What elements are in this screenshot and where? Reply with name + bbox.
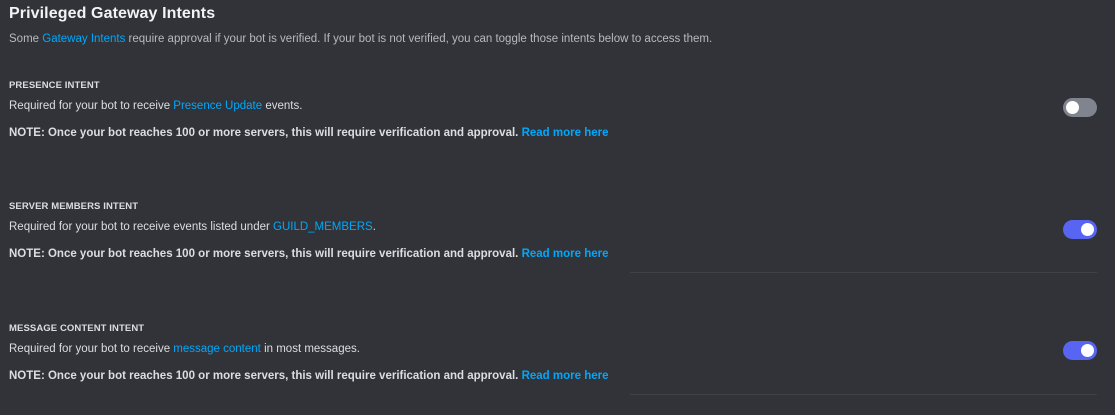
- message-content-link[interactable]: message content: [173, 343, 261, 355]
- message-content-intent-section: MESSAGE CONTENT INTENT Required for your…: [9, 323, 1097, 398]
- divider: [630, 272, 1097, 273]
- server-members-read-more-link[interactable]: Read more here: [522, 248, 609, 260]
- subtitle-text-before: Some: [9, 33, 43, 45]
- message-content-desc-before: Required for your bot to receive: [9, 343, 174, 355]
- message-content-intent-note: NOTE: Once your bot reaches 100 or more …: [9, 370, 609, 382]
- toggle-knob: [1081, 223, 1094, 236]
- server-members-intent-heading: SERVER MEMBERS INTENT: [9, 201, 139, 212]
- privileged-intents-page: Privileged Gateway Intents Some Gateway …: [0, 0, 1115, 415]
- server-members-desc-before: Required for your bot to receive events …: [9, 221, 274, 233]
- message-content-note-text: NOTE: Once your bot reaches 100 or more …: [9, 370, 519, 382]
- message-content-read-more-link[interactable]: Read more here: [522, 370, 609, 382]
- presence-update-link[interactable]: Presence Update: [173, 100, 262, 112]
- message-content-desc-after: in most messages.: [260, 343, 360, 355]
- toggle-knob: [1081, 344, 1094, 357]
- server-members-intent-section: SERVER MEMBERS INTENT Required for your …: [9, 201, 1097, 276]
- presence-intent-section: PRESENCE INTENT Required for your bot to…: [9, 80, 1097, 150]
- divider: [630, 394, 1097, 395]
- presence-desc-before: Required for your bot to receive: [9, 100, 174, 112]
- message-content-intent-toggle[interactable]: [1063, 341, 1097, 360]
- server-members-intent-description: Required for your bot to receive events …: [9, 221, 376, 233]
- server-members-desc-after: .: [372, 221, 376, 233]
- subtitle-text-after: require approval if your bot is verified…: [125, 33, 713, 45]
- section-title: Privileged Gateway Intents: [9, 5, 216, 22]
- presence-read-more-link[interactable]: Read more here: [522, 127, 609, 139]
- guild-members-link[interactable]: GUILD_MEMBERS: [273, 221, 373, 233]
- gateway-intents-link[interactable]: Gateway Intents: [42, 33, 125, 45]
- server-members-intent-note: NOTE: Once your bot reaches 100 or more …: [9, 248, 609, 260]
- section-subtitle: Some Gateway Intents require approval if…: [9, 33, 712, 45]
- server-members-note-text: NOTE: Once your bot reaches 100 or more …: [9, 248, 519, 260]
- message-content-intent-heading: MESSAGE CONTENT INTENT: [9, 323, 145, 334]
- presence-intent-heading: PRESENCE INTENT: [9, 80, 100, 91]
- message-content-intent-description: Required for your bot to receive message…: [9, 343, 360, 355]
- presence-intent-description: Required for your bot to receive Presenc…: [9, 100, 302, 112]
- presence-desc-after: events.: [262, 100, 303, 112]
- server-members-intent-toggle[interactable]: [1063, 220, 1097, 239]
- presence-note-text: NOTE: Once your bot reaches 100 or more …: [9, 127, 519, 139]
- presence-intent-note: NOTE: Once your bot reaches 100 or more …: [9, 127, 609, 139]
- toggle-knob: [1066, 101, 1079, 114]
- presence-intent-toggle[interactable]: [1063, 98, 1097, 117]
